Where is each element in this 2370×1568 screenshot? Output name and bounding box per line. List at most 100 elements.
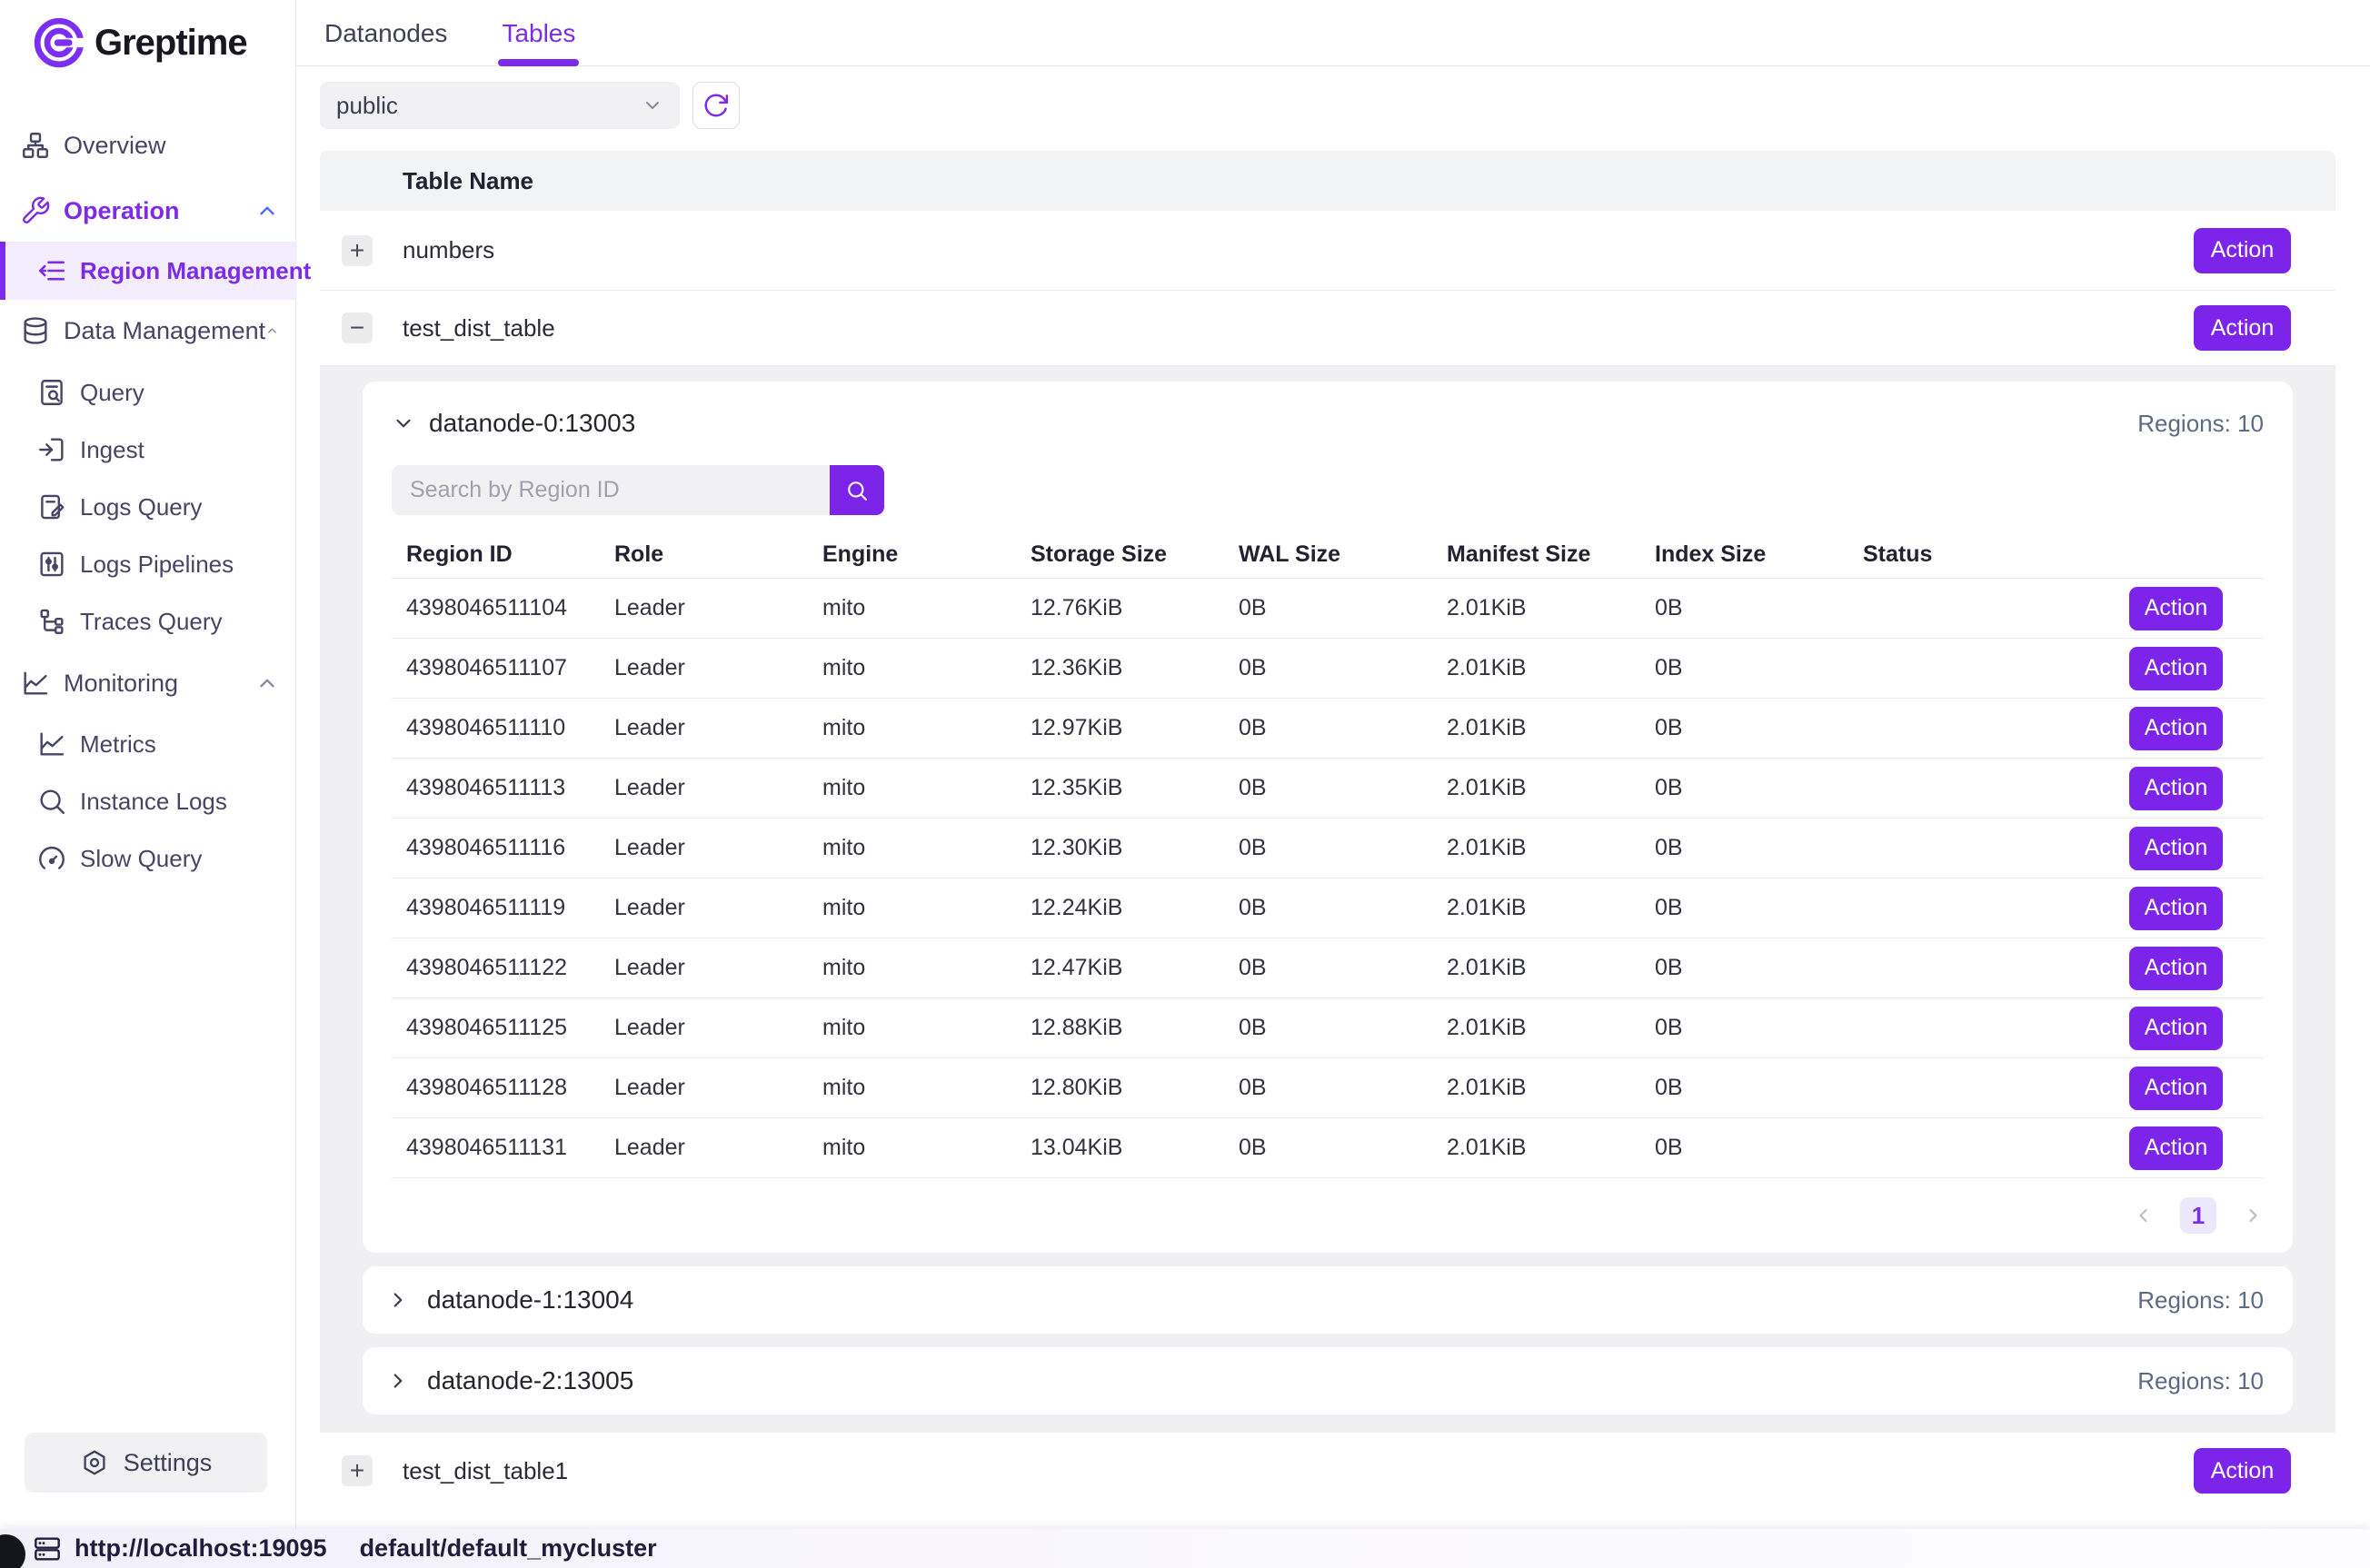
schema-select[interactable]: public — [320, 82, 680, 129]
action-button[interactable]: Action — [2194, 305, 2291, 351]
tab-tables[interactable]: Tables — [500, 0, 577, 66]
sidebar-item-region-management[interactable]: Region Management — [0, 242, 295, 300]
sidebar-item-label: Data Management — [64, 317, 265, 345]
cell-wal-size: 0B — [1224, 715, 1432, 741]
cell-storage-size: 12.97KiB — [1016, 715, 1224, 741]
brand-name: Greptime — [95, 23, 247, 64]
cell-region-id: 4398046511113 — [392, 775, 600, 801]
region-action-button[interactable]: Action — [2129, 1067, 2223, 1110]
collapse-toggle-button[interactable]: − — [342, 313, 373, 343]
datanode-0-header[interactable]: datanode-0:13003 Regions: 10 — [392, 403, 2264, 443]
pagination-prev-button[interactable] — [2133, 1205, 2155, 1226]
chevron-down-icon — [642, 94, 663, 116]
cell-region-id: 4398046511122 — [392, 955, 600, 981]
cell-storage-size: 12.30KiB — [1016, 835, 1224, 861]
region-action-button[interactable]: Action — [2129, 887, 2223, 930]
cell-manifest-size: 2.01KiB — [1432, 1015, 1640, 1041]
region-action-button[interactable]: Action — [2129, 767, 2223, 810]
import-icon — [36, 434, 67, 465]
sidebar-item-overview[interactable]: Overview — [0, 125, 295, 165]
cell-wal-size: 0B — [1224, 835, 1432, 861]
cell-region-id: 4398046511104 — [392, 595, 600, 621]
cell-manifest-size: 2.01KiB — [1432, 835, 1640, 861]
cell-storage-size: 12.36KiB — [1016, 655, 1224, 681]
region-table: Region ID Role Engine Storage Size WAL S… — [392, 531, 2264, 1178]
toolbar: public — [320, 82, 2370, 129]
expand-toggle-button[interactable]: + — [342, 1455, 373, 1486]
cell-engine: mito — [808, 955, 1016, 981]
document-search-icon — [36, 377, 67, 408]
sidebar-item-traces-query[interactable]: Traces Query — [0, 601, 295, 641]
cell-role: Leader — [600, 895, 808, 921]
sidebar-item-monitoring[interactable]: Monitoring — [0, 663, 295, 703]
sidebar-item-metrics[interactable]: Metrics — [0, 724, 295, 764]
status-bar: http://localhost:19095 default/default_m… — [0, 1529, 2370, 1568]
sidebar-item-instance-logs[interactable]: Instance Logs — [0, 781, 295, 821]
cell-region-id: 4398046511110 — [392, 715, 600, 741]
cell-manifest-size: 2.01KiB — [1432, 595, 1640, 621]
cell-role: Leader — [600, 835, 808, 861]
app-root: Greptime Overview Operation — [0, 0, 2370, 1568]
sidebar-item-ingest[interactable]: Ingest — [0, 430, 295, 470]
cell-manifest-size: 2.01KiB — [1432, 895, 1640, 921]
sidebar-item-label: Logs Query — [80, 493, 202, 521]
corner-widget-bubble[interactable] — [0, 1534, 25, 1568]
region-action-button[interactable]: Action — [2129, 647, 2223, 690]
region-action-button[interactable]: Action — [2129, 1007, 2223, 1050]
region-table-row: 4398046511125 Leader mito 12.88KiB 0B 2.… — [392, 998, 2264, 1058]
cell-engine: mito — [808, 715, 1016, 741]
cell-index-size: 0B — [1640, 835, 1848, 861]
cell-engine: mito — [808, 775, 1016, 801]
region-action-button[interactable]: Action — [2129, 827, 2223, 870]
cell-index-size: 0B — [1640, 955, 1848, 981]
region-search-button[interactable] — [830, 465, 884, 515]
cell-manifest-size: 2.01KiB — [1432, 955, 1640, 981]
region-table-row: 4398046511107 Leader mito 12.36KiB 0B 2.… — [392, 639, 2264, 699]
region-search-input[interactable] — [392, 465, 830, 515]
cell-role: Leader — [600, 955, 808, 981]
pagination-next-button[interactable] — [2242, 1205, 2264, 1226]
tab-datanodes[interactable]: Datanodes — [323, 0, 449, 66]
cluster-name[interactable]: default/default_mycluster — [360, 1534, 657, 1563]
brand-logo[interactable]: Greptime — [0, 11, 295, 74]
database-icon — [20, 315, 51, 346]
sidebar-item-slow-query[interactable]: Slow Query — [0, 839, 295, 878]
cell-engine: mito — [808, 1075, 1016, 1101]
expand-toggle-button[interactable]: + — [342, 235, 373, 266]
cell-region-id: 4398046511119 — [392, 895, 600, 921]
table-name: test_dist_table1 — [403, 1457, 568, 1485]
chevron-right-icon — [386, 1288, 410, 1312]
cell-role: Leader — [600, 715, 808, 741]
datanode-card-2[interactable]: datanode-2:13005 Regions: 10 — [363, 1347, 2293, 1414]
expanded-datanodes-section: datanode-0:13003 Regions: 10 Region ID — [320, 366, 2335, 1433]
sidebar-item-data-management[interactable]: Data Management — [0, 311, 295, 351]
refresh-button[interactable] — [692, 82, 740, 129]
cell-manifest-size: 2.01KiB — [1432, 1135, 1640, 1161]
tables-panel: Table Name + numbers Action − test_dist_… — [320, 151, 2335, 1509]
datanode-card-1[interactable]: datanode-1:13004 Regions: 10 — [363, 1266, 2293, 1334]
region-action-button[interactable]: Action — [2129, 707, 2223, 750]
pagination-page-1[interactable]: 1 — [2180, 1197, 2216, 1234]
cell-region-id: 4398046511107 — [392, 655, 600, 681]
chevron-right-icon — [2242, 1205, 2264, 1226]
action-button[interactable]: Action — [2194, 228, 2291, 273]
pagination: 1 — [392, 1178, 2264, 1253]
region-action-button[interactable]: Action — [2129, 947, 2223, 990]
sidebar-item-operation[interactable]: Operation — [0, 191, 295, 231]
server-url[interactable]: http://localhost:19095 — [75, 1534, 327, 1563]
sidebar-nav: Overview Operation Region Management — [0, 125, 295, 878]
settings-button[interactable]: Settings — [25, 1433, 267, 1493]
action-button[interactable]: Action — [2194, 1448, 2291, 1494]
sidebar-item-logs-query[interactable]: Logs Query — [0, 487, 295, 527]
sidebar-item-logs-pipelines[interactable]: Logs Pipelines — [0, 544, 295, 584]
cell-wal-size: 0B — [1224, 955, 1432, 981]
cell-role: Leader — [600, 775, 808, 801]
table-row-numbers: + numbers Action — [320, 211, 2335, 291]
cell-manifest-size: 2.01KiB — [1432, 1075, 1640, 1101]
region-action-button[interactable]: Action — [2129, 1126, 2223, 1170]
cell-wal-size: 0B — [1224, 775, 1432, 801]
sidebar-item-query[interactable]: Query — [0, 372, 295, 412]
sidebar-item-label: Region Management — [80, 257, 311, 285]
region-action-button[interactable]: Action — [2129, 587, 2223, 630]
document-edit-icon — [36, 491, 67, 522]
